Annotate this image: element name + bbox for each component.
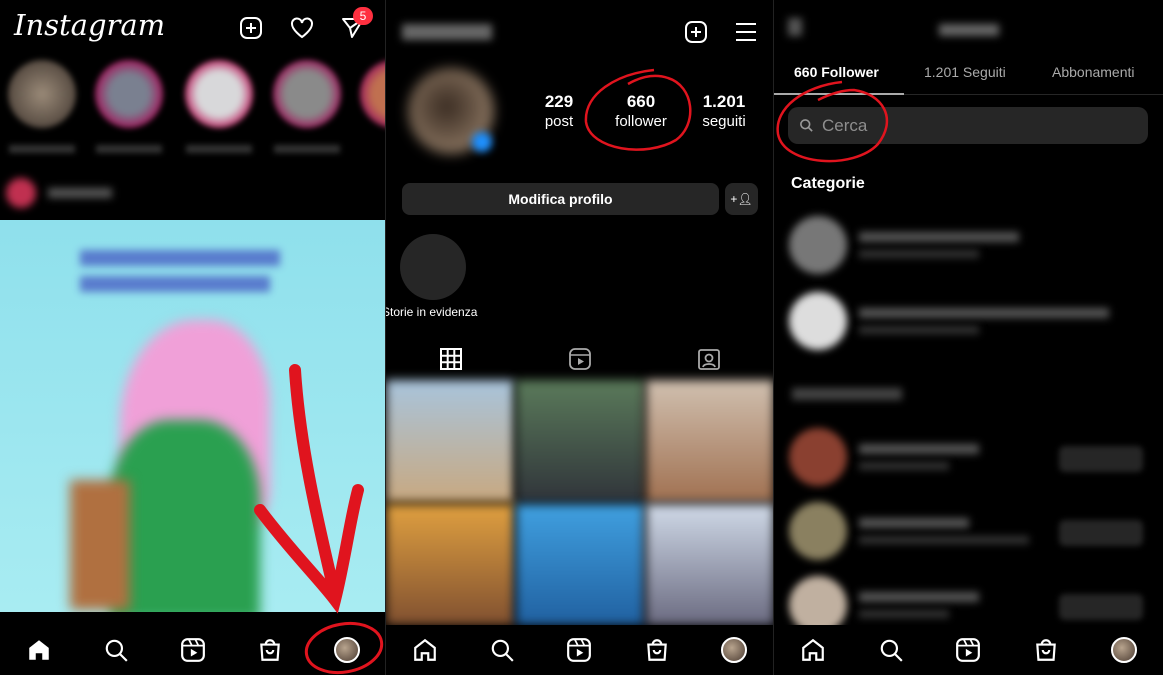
post-grid <box>386 380 773 625</box>
grid-post[interactable] <box>516 380 644 502</box>
story-avatar[interactable] <box>360 60 385 128</box>
new-post-icon[interactable] <box>239 16 263 40</box>
follower-item[interactable] <box>789 502 1148 562</box>
annotation-circle <box>776 80 889 163</box>
grid-icon[interactable] <box>440 348 462 370</box>
shop-icon[interactable] <box>257 637 283 663</box>
reels-tab-icon[interactable] <box>568 347 592 371</box>
bottom-nav <box>386 625 773 675</box>
post-author-avatar[interactable] <box>6 178 36 208</box>
menu-icon[interactable] <box>734 20 758 44</box>
grid-post[interactable] <box>386 380 514 502</box>
home-icon[interactable] <box>26 637 52 663</box>
tagged-icon[interactable] <box>697 347 721 371</box>
story-avatar[interactable] <box>185 60 253 128</box>
category-item[interactable] <box>789 216 1148 276</box>
reels-icon[interactable] <box>180 637 206 663</box>
shop-icon[interactable] <box>644 637 670 663</box>
home-icon[interactable] <box>800 637 826 663</box>
highlight-circle[interactable] <box>400 234 466 300</box>
grid-post[interactable] <box>516 503 644 625</box>
categories-heading: Categorie <box>791 175 865 192</box>
reels-icon[interactable] <box>566 637 592 663</box>
add-person-icon: +👤︎ <box>730 192 753 206</box>
story-avatar[interactable] <box>273 60 341 128</box>
search-icon[interactable] <box>489 637 515 663</box>
new-post-icon[interactable] <box>684 20 708 44</box>
notification-badge: 5 <box>353 7 373 25</box>
feed-screen: Instagram 5 <box>0 0 385 675</box>
tab-subscriptions[interactable]: Abbonamenti <box>1052 64 1135 80</box>
story-avatar[interactable] <box>8 60 76 128</box>
reels-icon[interactable] <box>955 637 981 663</box>
search-icon[interactable] <box>103 637 129 663</box>
stat-following[interactable]: 1.201 seguiti <box>693 92 755 132</box>
followers-screen: 660 Follower 1.201 Seguiti Abbonamenti C… <box>773 0 1163 675</box>
annotation-circle <box>584 68 692 151</box>
annotation-arrow <box>254 364 364 614</box>
instagram-logo: Instagram <box>14 8 166 42</box>
home-icon[interactable] <box>412 637 438 663</box>
highlight-label: Storie in evidenza <box>385 305 478 319</box>
discover-people-button[interactable]: +👤︎ <box>725 183 758 215</box>
story-avatar[interactable] <box>95 60 163 128</box>
all-followers-heading <box>792 388 902 400</box>
shop-icon[interactable] <box>1033 637 1059 663</box>
back-icon[interactable] <box>788 18 802 36</box>
search-icon[interactable] <box>878 637 904 663</box>
heart-icon[interactable] <box>289 16 315 40</box>
profile-avatar[interactable] <box>721 637 748 663</box>
follower-item[interactable] <box>789 428 1148 488</box>
profile-screen: 229 post 660 follower 1.201 seguiti Modific… <box>385 0 773 675</box>
edit-profile-button[interactable]: Modifica profilo <box>402 183 719 215</box>
grid-post[interactable] <box>386 503 514 625</box>
profile-avatar[interactable] <box>1111 637 1138 663</box>
category-item[interactable] <box>789 292 1148 352</box>
grid-post[interactable] <box>646 380 773 502</box>
tab-following[interactable]: 1.201 Seguiti <box>924 64 1006 80</box>
annotation-circle <box>304 621 384 675</box>
post-author-name[interactable] <box>48 188 112 198</box>
username-title <box>939 24 999 36</box>
username[interactable] <box>402 24 492 40</box>
grid-post[interactable] <box>646 503 773 625</box>
bottom-nav <box>774 625 1163 675</box>
